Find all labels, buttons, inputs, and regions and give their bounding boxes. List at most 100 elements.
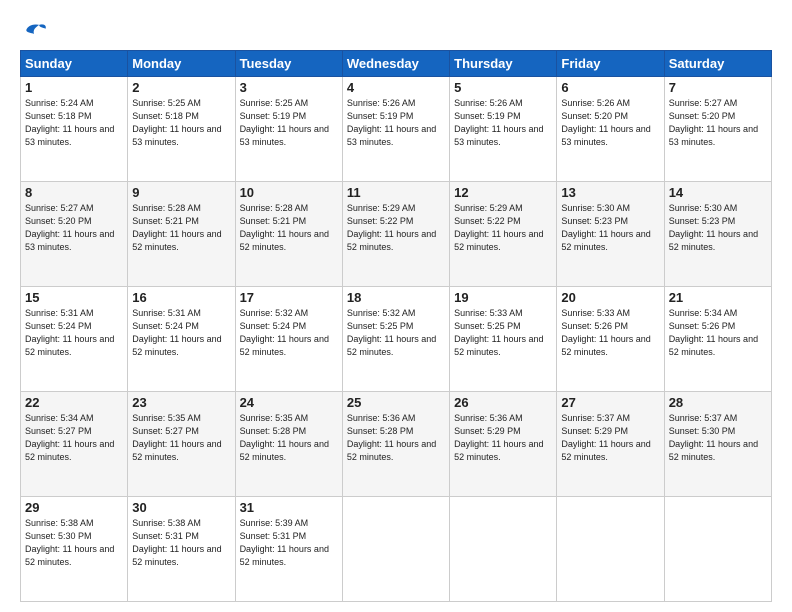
day-info: Sunrise: 5:26 AM Sunset: 5:19 PM Dayligh… <box>347 97 445 149</box>
day-number: 26 <box>454 395 552 410</box>
calendar-cell: 19 Sunrise: 5:33 AM Sunset: 5:25 PM Dayl… <box>450 287 557 392</box>
calendar-cell: 11 Sunrise: 5:29 AM Sunset: 5:22 PM Dayl… <box>342 182 449 287</box>
day-info: Sunrise: 5:34 AM Sunset: 5:27 PM Dayligh… <box>25 412 123 464</box>
day-number: 5 <box>454 80 552 95</box>
day-info: Sunrise: 5:33 AM Sunset: 5:26 PM Dayligh… <box>561 307 659 359</box>
day-info: Sunrise: 5:34 AM Sunset: 5:26 PM Dayligh… <box>669 307 767 359</box>
calendar-cell: 16 Sunrise: 5:31 AM Sunset: 5:24 PM Dayl… <box>128 287 235 392</box>
calendar-cell: 26 Sunrise: 5:36 AM Sunset: 5:29 PM Dayl… <box>450 392 557 497</box>
day-number: 4 <box>347 80 445 95</box>
day-number: 27 <box>561 395 659 410</box>
calendar-cell: 14 Sunrise: 5:30 AM Sunset: 5:23 PM Dayl… <box>664 182 771 287</box>
header <box>20 18 772 40</box>
day-number: 9 <box>132 185 230 200</box>
day-info: Sunrise: 5:32 AM Sunset: 5:24 PM Dayligh… <box>240 307 338 359</box>
day-number: 19 <box>454 290 552 305</box>
day-number: 21 <box>669 290 767 305</box>
calendar-cell: 8 Sunrise: 5:27 AM Sunset: 5:20 PM Dayli… <box>21 182 128 287</box>
day-number: 20 <box>561 290 659 305</box>
calendar-cell: 20 Sunrise: 5:33 AM Sunset: 5:26 PM Dayl… <box>557 287 664 392</box>
day-number: 3 <box>240 80 338 95</box>
calendar-cell: 12 Sunrise: 5:29 AM Sunset: 5:22 PM Dayl… <box>450 182 557 287</box>
day-number: 30 <box>132 500 230 515</box>
calendar-cell: 25 Sunrise: 5:36 AM Sunset: 5:28 PM Dayl… <box>342 392 449 497</box>
calendar-cell <box>664 497 771 602</box>
calendar-cell: 15 Sunrise: 5:31 AM Sunset: 5:24 PM Dayl… <box>21 287 128 392</box>
day-number: 6 <box>561 80 659 95</box>
weekday-header-thursday: Thursday <box>450 51 557 77</box>
logo-icon <box>20 21 48 39</box>
calendar-cell: 27 Sunrise: 5:37 AM Sunset: 5:29 PM Dayl… <box>557 392 664 497</box>
day-number: 31 <box>240 500 338 515</box>
day-info: Sunrise: 5:30 AM Sunset: 5:23 PM Dayligh… <box>669 202 767 254</box>
day-number: 17 <box>240 290 338 305</box>
calendar-cell: 9 Sunrise: 5:28 AM Sunset: 5:21 PM Dayli… <box>128 182 235 287</box>
page: SundayMondayTuesdayWednesdayThursdayFrid… <box>0 0 792 612</box>
day-info: Sunrise: 5:25 AM Sunset: 5:19 PM Dayligh… <box>240 97 338 149</box>
day-info: Sunrise: 5:24 AM Sunset: 5:18 PM Dayligh… <box>25 97 123 149</box>
day-info: Sunrise: 5:35 AM Sunset: 5:28 PM Dayligh… <box>240 412 338 464</box>
day-number: 25 <box>347 395 445 410</box>
calendar-cell: 6 Sunrise: 5:26 AM Sunset: 5:20 PM Dayli… <box>557 77 664 182</box>
day-number: 2 <box>132 80 230 95</box>
calendar-cell: 10 Sunrise: 5:28 AM Sunset: 5:21 PM Dayl… <box>235 182 342 287</box>
day-info: Sunrise: 5:30 AM Sunset: 5:23 PM Dayligh… <box>561 202 659 254</box>
calendar-cell: 3 Sunrise: 5:25 AM Sunset: 5:19 PM Dayli… <box>235 77 342 182</box>
day-info: Sunrise: 5:29 AM Sunset: 5:22 PM Dayligh… <box>347 202 445 254</box>
day-info: Sunrise: 5:39 AM Sunset: 5:31 PM Dayligh… <box>240 517 338 569</box>
day-number: 28 <box>669 395 767 410</box>
day-number: 7 <box>669 80 767 95</box>
calendar-cell: 2 Sunrise: 5:25 AM Sunset: 5:18 PM Dayli… <box>128 77 235 182</box>
calendar-cell <box>342 497 449 602</box>
weekday-header-wednesday: Wednesday <box>342 51 449 77</box>
day-info: Sunrise: 5:36 AM Sunset: 5:29 PM Dayligh… <box>454 412 552 464</box>
day-info: Sunrise: 5:37 AM Sunset: 5:29 PM Dayligh… <box>561 412 659 464</box>
day-info: Sunrise: 5:38 AM Sunset: 5:31 PM Dayligh… <box>132 517 230 569</box>
weekday-header-sunday: Sunday <box>21 51 128 77</box>
calendar-cell: 24 Sunrise: 5:35 AM Sunset: 5:28 PM Dayl… <box>235 392 342 497</box>
day-info: Sunrise: 5:38 AM Sunset: 5:30 PM Dayligh… <box>25 517 123 569</box>
calendar-table: SundayMondayTuesdayWednesdayThursdayFrid… <box>20 50 772 602</box>
day-info: Sunrise: 5:28 AM Sunset: 5:21 PM Dayligh… <box>240 202 338 254</box>
day-info: Sunrise: 5:26 AM Sunset: 5:20 PM Dayligh… <box>561 97 659 149</box>
calendar-cell: 31 Sunrise: 5:39 AM Sunset: 5:31 PM Dayl… <box>235 497 342 602</box>
day-info: Sunrise: 5:36 AM Sunset: 5:28 PM Dayligh… <box>347 412 445 464</box>
day-number: 22 <box>25 395 123 410</box>
day-info: Sunrise: 5:28 AM Sunset: 5:21 PM Dayligh… <box>132 202 230 254</box>
day-number: 18 <box>347 290 445 305</box>
day-number: 11 <box>347 185 445 200</box>
day-number: 10 <box>240 185 338 200</box>
calendar-cell: 1 Sunrise: 5:24 AM Sunset: 5:18 PM Dayli… <box>21 77 128 182</box>
day-number: 16 <box>132 290 230 305</box>
weekday-header-friday: Friday <box>557 51 664 77</box>
calendar-cell: 22 Sunrise: 5:34 AM Sunset: 5:27 PM Dayl… <box>21 392 128 497</box>
calendar-cell: 4 Sunrise: 5:26 AM Sunset: 5:19 PM Dayli… <box>342 77 449 182</box>
calendar-cell: 5 Sunrise: 5:26 AM Sunset: 5:19 PM Dayli… <box>450 77 557 182</box>
day-info: Sunrise: 5:26 AM Sunset: 5:19 PM Dayligh… <box>454 97 552 149</box>
calendar-cell: 7 Sunrise: 5:27 AM Sunset: 5:20 PM Dayli… <box>664 77 771 182</box>
weekday-header-monday: Monday <box>128 51 235 77</box>
day-info: Sunrise: 5:27 AM Sunset: 5:20 PM Dayligh… <box>25 202 123 254</box>
calendar-cell: 29 Sunrise: 5:38 AM Sunset: 5:30 PM Dayl… <box>21 497 128 602</box>
day-info: Sunrise: 5:25 AM Sunset: 5:18 PM Dayligh… <box>132 97 230 149</box>
day-number: 29 <box>25 500 123 515</box>
calendar-cell: 28 Sunrise: 5:37 AM Sunset: 5:30 PM Dayl… <box>664 392 771 497</box>
weekday-header-saturday: Saturday <box>664 51 771 77</box>
day-info: Sunrise: 5:33 AM Sunset: 5:25 PM Dayligh… <box>454 307 552 359</box>
day-number: 1 <box>25 80 123 95</box>
calendar-cell: 18 Sunrise: 5:32 AM Sunset: 5:25 PM Dayl… <box>342 287 449 392</box>
day-info: Sunrise: 5:31 AM Sunset: 5:24 PM Dayligh… <box>25 307 123 359</box>
day-info: Sunrise: 5:31 AM Sunset: 5:24 PM Dayligh… <box>132 307 230 359</box>
logo <box>20 18 52 40</box>
day-number: 24 <box>240 395 338 410</box>
calendar-cell: 23 Sunrise: 5:35 AM Sunset: 5:27 PM Dayl… <box>128 392 235 497</box>
day-number: 23 <box>132 395 230 410</box>
calendar-cell <box>557 497 664 602</box>
day-number: 12 <box>454 185 552 200</box>
day-number: 14 <box>669 185 767 200</box>
calendar-cell: 21 Sunrise: 5:34 AM Sunset: 5:26 PM Dayl… <box>664 287 771 392</box>
day-info: Sunrise: 5:37 AM Sunset: 5:30 PM Dayligh… <box>669 412 767 464</box>
calendar-cell <box>450 497 557 602</box>
day-info: Sunrise: 5:32 AM Sunset: 5:25 PM Dayligh… <box>347 307 445 359</box>
calendar-cell: 13 Sunrise: 5:30 AM Sunset: 5:23 PM Dayl… <box>557 182 664 287</box>
